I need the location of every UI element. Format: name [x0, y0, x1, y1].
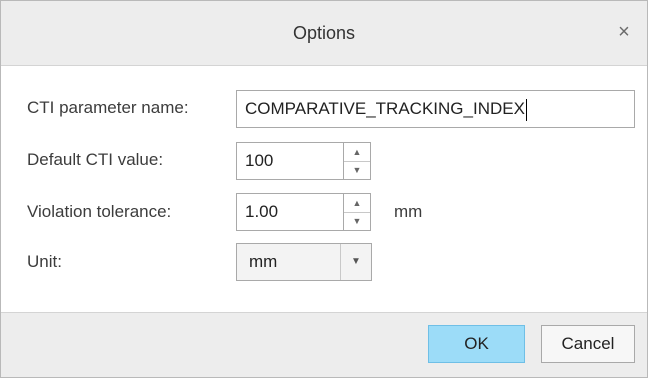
cancel-button[interactable]: Cancel	[541, 325, 635, 363]
ok-button[interactable]: OK	[428, 325, 525, 363]
dialog-title: Options	[292, 23, 356, 43]
unit-selected-value: mm	[249, 252, 278, 271]
default-cti-spinner[interactable]: ▲ ▼	[343, 142, 371, 180]
violation-tolerance-unit: mm	[394, 202, 423, 221]
close-icon[interactable]: ×	[615, 22, 633, 42]
spin-up-icon[interactable]: ▲	[344, 143, 370, 162]
violation-tolerance-input[interactable]: 1.00	[236, 193, 344, 231]
dialog-titlebar: Options ×	[1, 1, 647, 66]
unit-select[interactable]: mm ▼	[236, 243, 372, 281]
cti-parameter-name-value: COMPARATIVE_TRACKING_INDEX	[245, 99, 525, 118]
spin-down-icon[interactable]: ▼	[344, 212, 370, 230]
cti-parameter-name-input[interactable]: COMPARATIVE_TRACKING_INDEX	[236, 90, 635, 128]
dialog-footer: OK Cancel	[1, 312, 647, 377]
spin-up-icon[interactable]: ▲	[344, 194, 370, 213]
cti-parameter-name-label: CTI parameter name:	[27, 98, 189, 117]
violation-tolerance-spinner[interactable]: ▲ ▼	[343, 193, 371, 231]
text-caret	[525, 98, 527, 121]
default-cti-value-input[interactable]: 100	[236, 142, 344, 180]
default-cti-value-label: Default CTI value:	[27, 150, 164, 169]
options-dialog: Options × CTI parameter name: COMPARATIV…	[0, 0, 648, 378]
spin-down-icon[interactable]: ▼	[344, 161, 370, 179]
chevron-down-icon[interactable]: ▼	[340, 244, 371, 280]
violation-tolerance-label: Violation tolerance:	[27, 202, 172, 221]
unit-label: Unit:	[27, 252, 62, 271]
dialog-body: CTI parameter name: COMPARATIVE_TRACKING…	[1, 66, 647, 313]
